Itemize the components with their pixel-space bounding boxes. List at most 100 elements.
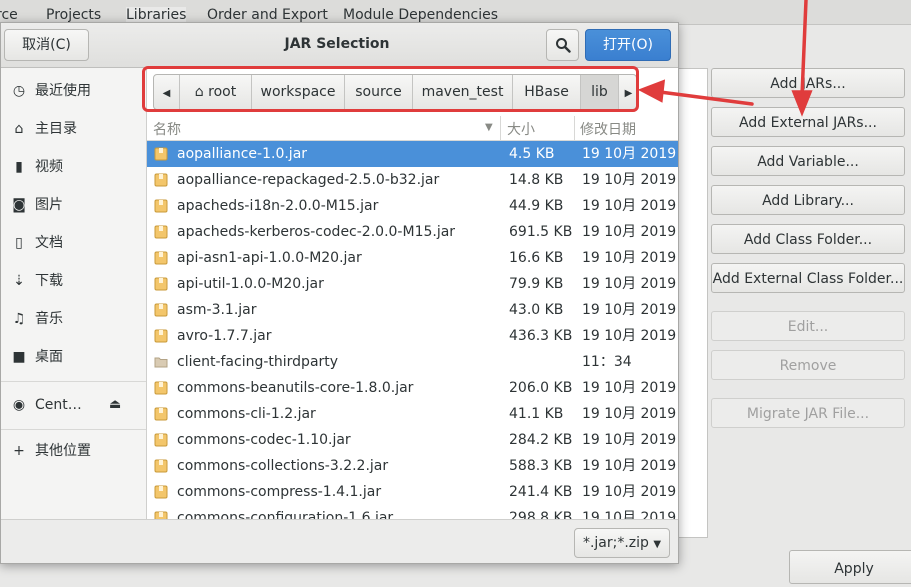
file-size: 241.4 KB <box>509 484 573 500</box>
breadcrumb-workspace[interactable]: workspace <box>252 75 345 109</box>
folder-icon <box>154 357 168 368</box>
migrate-jar-button[interactable]: Migrate JAR File... <box>711 398 905 428</box>
sidebar-item-home[interactable]: ⌂ 主目录 <box>1 116 146 142</box>
sidebar-item-music[interactable]: ♫ 音乐 <box>1 306 146 332</box>
file-row[interactable]: commons-cli-1.2.jar 41.1 KB 19 10月 2019 <box>147 401 678 427</box>
sidebar-item-videos[interactable]: ▮ 视频 <box>1 154 146 180</box>
file-modified: 19 10月 2019 <box>582 198 677 214</box>
file-row[interactable]: aopalliance-1.0.jar 4.5 KB 19 10月 2019 <box>147 141 678 167</box>
cancel-button[interactable]: 取消(C) <box>4 29 89 61</box>
sidebar-item-pictures[interactable]: ◙ 图片 <box>1 192 146 218</box>
file-name: api-asn1-api-1.0.0-M20.jar <box>177 250 362 266</box>
file-modified: 19 10月 2019 <box>582 302 677 318</box>
chevron-down-icon: ▼ <box>653 539 662 550</box>
jar-file-icon <box>154 147 168 161</box>
tab-order-and-export[interactable]: Order and Export <box>207 7 328 23</box>
file-modified: 19 10月 2019 <box>582 276 677 292</box>
file-row[interactable]: aopalliance-repackaged-2.5.0-b32.jar 14.8… <box>147 167 678 193</box>
add-library-button[interactable]: Add Library... <box>711 185 905 215</box>
breadcrumb-maven-test[interactable]: maven_test <box>413 75 513 109</box>
file-modified: 19 10月 2019 <box>582 380 677 396</box>
breadcrumb-scroll-right[interactable]: ▶ <box>619 75 636 109</box>
places-sidebar: ◷ 最近使用 ⌂ 主目录 ▮ 视频 ◙ 图片 ▯ 文档 ⇣ 下载 ♫ 音乐 ■ <box>1 68 147 519</box>
file-modified: 19 10月 2019 <box>582 328 677 344</box>
file-row[interactable]: apacheds-i18n-2.0.0-M15.jar 44.9 KB 19 10月… <box>147 193 678 219</box>
tab-source[interactable]: rce <box>0 7 18 23</box>
disc-icon: ◉ <box>12 397 26 413</box>
file-row[interactable]: apacheds-kerberos-codec-2.0.0-M15.jar 691… <box>147 219 678 245</box>
jar-file-icon <box>154 329 168 343</box>
breadcrumb-root[interactable]: ⌂ root <box>180 75 252 109</box>
sidebar-divider <box>1 381 146 382</box>
breadcrumb-lib[interactable]: lib <box>581 75 619 109</box>
open-button[interactable]: 打开(O) <box>585 29 671 61</box>
file-size: 79.9 KB <box>509 276 564 292</box>
file-list[interactable]: aopalliance-1.0.jar 4.5 KB 19 10月 2019 aopa… <box>147 141 678 519</box>
file-modified: 19 10月 2019 <box>582 250 677 266</box>
file-row[interactable]: commons-collections-3.2.2.jar 588.3 KB 19 … <box>147 453 678 479</box>
breadcrumb-source[interactable]: source <box>345 75 413 109</box>
file-row[interactable]: commons-configuration-1.6.jar 298.8 KB 19 … <box>147 505 678 519</box>
column-divider <box>574 116 575 140</box>
chevron-left-icon: ◀ <box>162 88 171 99</box>
file-size: 41.1 KB <box>509 406 564 422</box>
file-size: 4.5 KB <box>509 146 555 162</box>
folder-icon: ■ <box>12 349 26 365</box>
file-name: apacheds-i18n-2.0.0-M15.jar <box>177 198 379 214</box>
file-row[interactable]: commons-compress-1.4.1.jar 241.4 KB 19 10月… <box>147 479 678 505</box>
file-name: commons-compress-1.4.1.jar <box>177 484 382 500</box>
file-size: 44.9 KB <box>509 198 564 214</box>
column-modified[interactable]: 修改日期 <box>580 119 636 139</box>
file-filter-dropdown[interactable]: *.jar;*.zip ▼ <box>574 528 670 558</box>
chevron-right-icon: ▶ <box>624 88 633 99</box>
search-button[interactable] <box>546 29 579 61</box>
dialog-title: JAR Selection <box>284 36 390 52</box>
file-size: 14.8 KB <box>509 172 564 188</box>
file-name: aopalliance-1.0.jar <box>177 146 308 162</box>
jar-file-icon <box>154 407 168 421</box>
breadcrumb-scroll-left[interactable]: ◀ <box>154 75 180 109</box>
remove-button[interactable]: Remove <box>711 350 905 380</box>
column-size[interactable]: 大小 <box>507 119 535 139</box>
add-class-folder-button[interactable]: Add Class Folder... <box>711 224 905 254</box>
tab-module-dependencies[interactable]: Module Dependencies <box>343 7 498 23</box>
jar-file-icon <box>154 303 168 317</box>
file-modified: 11：34 <box>582 354 632 370</box>
sidebar-item-downloads[interactable]: ⇣ 下载 <box>1 268 146 294</box>
file-row[interactable]: commons-codec-1.10.jar 284.2 KB 19 10月 201… <box>147 427 678 453</box>
breadcrumb-hbase[interactable]: HBase <box>513 75 581 109</box>
download-icon: ⇣ <box>13 273 25 289</box>
dialog-header: 取消(C) JAR Selection 打开(O) <box>1 23 678 68</box>
file-name: client-facing-thirdparty <box>177 354 339 370</box>
sidebar-item-documents[interactable]: ▯ 文档 <box>1 230 146 256</box>
file-size: 691.5 KB <box>509 224 573 240</box>
add-external-class-folder-button[interactable]: Add External Class Folder... <box>711 263 905 293</box>
clock-icon: ◷ <box>12 83 26 99</box>
file-size: 298.8 KB <box>509 510 573 519</box>
column-name[interactable]: 名称 <box>153 119 181 139</box>
file-name: commons-codec-1.10.jar <box>177 432 351 448</box>
file-row[interactable]: api-asn1-api-1.0.0-M20.jar 16.6 KB 19 10月 … <box>147 245 678 271</box>
file-row[interactable]: commons-beanutils-core-1.8.0.jar 206.0 KB… <box>147 375 678 401</box>
add-external-jars-button[interactable]: Add External JARs... <box>711 107 905 137</box>
file-list-header: 名称 ▼ 大小 修改日期 <box>147 116 678 141</box>
jar-file-icon <box>154 173 168 187</box>
file-row[interactable]: avro-1.7.7.jar 436.3 KB 19 10月 2019 <box>147 323 678 349</box>
tab-libraries[interactable]: Libraries <box>126 7 187 23</box>
sidebar-item-desktop[interactable]: ■ 桌面 <box>1 344 146 370</box>
sidebar-item-other-locations[interactable]: + 其他位置 <box>1 438 146 464</box>
build-path-list[interactable] <box>677 68 708 538</box>
add-variable-button[interactable]: Add Variable... <box>711 146 905 176</box>
file-name: commons-cli-1.2.jar <box>177 406 316 422</box>
file-row[interactable]: client-facing-thirdparty 11：34 <box>147 349 678 375</box>
sidebar-item-device[interactable]: ◉ Cent… ⏏ <box>1 392 146 418</box>
file-modified: 19 10月 2019 <box>582 146 677 162</box>
eject-icon[interactable]: ⏏ <box>109 392 121 418</box>
add-jars-button[interactable]: Add JARs... <box>711 68 905 98</box>
tab-projects[interactable]: Projects <box>46 7 101 23</box>
edit-button[interactable]: Edit... <box>711 311 905 341</box>
file-row[interactable]: asm-3.1.jar 43.0 KB 19 10月 2019 <box>147 297 678 323</box>
file-size: 206.0 KB <box>509 380 573 396</box>
file-row[interactable]: api-util-1.0.0-M20.jar 79.9 KB 19 10月 2019 <box>147 271 678 297</box>
sidebar-item-recent[interactable]: ◷ 最近使用 <box>1 78 146 104</box>
